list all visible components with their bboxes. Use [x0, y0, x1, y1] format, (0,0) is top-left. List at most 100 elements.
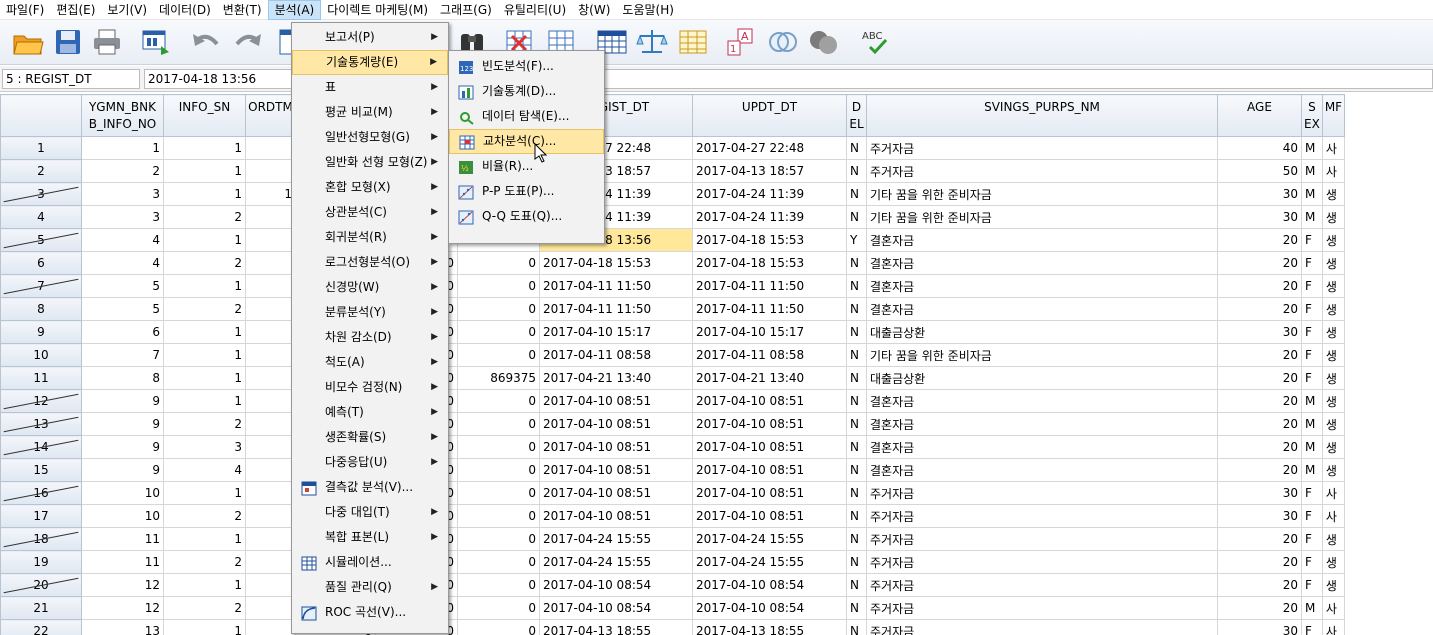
data-cell[interactable]: 2017-04-18 15:53 [692, 251, 847, 275]
data-cell[interactable]: 30 [1217, 481, 1302, 505]
data-cell[interactable] [245, 205, 296, 229]
data-cell[interactable]: 20 [1217, 458, 1302, 482]
data-cell[interactable]: 사 [1322, 596, 1346, 620]
data-cell[interactable]: 생 [1322, 550, 1346, 574]
data-cell[interactable] [245, 251, 296, 275]
data-cell[interactable]: N [846, 435, 867, 459]
data-cell[interactable]: N [846, 458, 867, 482]
data-cell[interactable]: 0 [457, 435, 540, 459]
data-cell[interactable]: 1 [163, 228, 246, 252]
data-cell[interactable]: 2017-04-10 08:54 [539, 596, 693, 620]
data-cell[interactable]: F [1301, 251, 1323, 275]
data-cell[interactable]: N [846, 343, 867, 367]
data-cell[interactable]: 13 [81, 619, 164, 635]
row-header[interactable]: 22 [0, 619, 82, 635]
data-cell[interactable]: 9 [81, 389, 164, 413]
menu-3[interactable]: 데이터(D) [153, 0, 217, 20]
analyze-menu-item[interactable]: 시뮬레이션... [292, 550, 448, 575]
data-cell[interactable]: F [1301, 619, 1323, 635]
data-cell[interactable]: M [1301, 458, 1323, 482]
column-header-12[interactable]: S EX [1301, 94, 1323, 137]
data-cell[interactable]: 사 [1322, 136, 1346, 160]
data-cell[interactable]: 20 [1217, 573, 1302, 597]
menu-2[interactable]: 보기(V) [101, 0, 153, 20]
menu-4[interactable]: 변환(T) [217, 0, 268, 20]
data-cell[interactable]: 생 [1322, 458, 1346, 482]
data-cell[interactable]: 생 [1322, 343, 1346, 367]
data-cell[interactable]: 40 [1217, 136, 1302, 160]
data-cell[interactable]: N [846, 596, 867, 620]
data-cell[interactable]: 2017-04-10 08:54 [539, 573, 693, 597]
data-cell[interactable]: 20 [1217, 297, 1302, 321]
descriptives-menu-item[interactable]: 데이터 탐색(E)... [449, 104, 604, 129]
analyze-menu-item[interactable]: 일반선형모형(G) ▶ [292, 125, 448, 150]
column-header-1[interactable]: YGMN_BNK B_INFO_NO [81, 94, 164, 137]
data-cell[interactable]: 5 [81, 274, 164, 298]
analyze-menu-item[interactable]: 결측값 분석(V)... [292, 475, 448, 500]
data-cell[interactable]: 2017-04-24 11:39 [692, 182, 847, 206]
data-cell[interactable]: 11 [81, 550, 164, 574]
menu-9[interactable]: 창(W) [572, 0, 616, 20]
data-cell[interactable]: 3 [81, 182, 164, 206]
data-cell[interactable] [245, 297, 296, 321]
data-cell[interactable]: 20 [1217, 527, 1302, 551]
analyze-menu-item[interactable]: 혼합 모형(X) ▶ [292, 175, 448, 200]
data-cell[interactable]: 12 [81, 573, 164, 597]
data-cell[interactable]: 주거자금 [866, 550, 1218, 574]
data-cell[interactable]: 30 [1217, 619, 1302, 635]
data-cell[interactable]: 주거자금 [866, 136, 1218, 160]
data-cell[interactable] [245, 504, 296, 528]
data-cell[interactable]: 결혼자금 [866, 458, 1218, 482]
data-cell[interactable]: 결혼자금 [866, 435, 1218, 459]
data-cell[interactable]: F [1301, 527, 1323, 551]
data-cell[interactable]: 1 [245, 182, 296, 206]
column-header-11[interactable]: AGE [1217, 94, 1302, 137]
data-cell[interactable]: 1 [163, 159, 246, 183]
data-cell[interactable]: 1 [163, 320, 246, 344]
row-header[interactable]: 5 [0, 228, 82, 252]
data-cell[interactable]: 2017-04-27 22:48 [692, 136, 847, 160]
row-header[interactable]: 15 [0, 458, 82, 482]
column-header-9[interactable]: D EL [846, 94, 867, 137]
data-cell[interactable]: 2017-04-10 08:51 [692, 458, 847, 482]
row-header[interactable]: 1 [0, 136, 82, 160]
data-cell[interactable]: 20 [1217, 596, 1302, 620]
data-cell[interactable]: M [1301, 435, 1323, 459]
row-header[interactable]: 2 [0, 159, 82, 183]
data-cell[interactable]: 9 [81, 412, 164, 436]
data-cell[interactable] [245, 596, 296, 620]
data-cell[interactable]: 2017-04-10 15:17 [539, 320, 693, 344]
row-header[interactable]: 4 [0, 205, 82, 229]
analyze-menu-item[interactable]: 신경망(W) ▶ [292, 275, 448, 300]
data-cell[interactable] [245, 412, 296, 436]
data-cell[interactable] [245, 389, 296, 413]
data-cell[interactable]: 2017-04-21 13:40 [539, 366, 693, 390]
data-cell[interactable]: 0 [457, 320, 540, 344]
data-cell[interactable]: 2017-04-21 13:40 [692, 366, 847, 390]
data-cell[interactable]: 결혼자금 [866, 251, 1218, 275]
data-cell[interactable]: 0 [457, 504, 540, 528]
data-cell[interactable]: 3 [81, 205, 164, 229]
data-cell[interactable]: 0 [457, 619, 540, 635]
data-cell[interactable]: 생 [1322, 228, 1346, 252]
data-cell[interactable]: N [846, 320, 867, 344]
data-cell[interactable] [245, 550, 296, 574]
row-header[interactable]: 3 [0, 182, 82, 206]
data-cell[interactable]: 4 [163, 458, 246, 482]
analyze-menu-item[interactable]: 다중 대입(T) ▶ [292, 500, 448, 525]
data-cell[interactable]: 2017-04-24 15:55 [539, 550, 693, 574]
data-cell[interactable]: 0 [457, 573, 540, 597]
data-cell[interactable]: 사 [1322, 619, 1346, 635]
data-cell[interactable]: 2017-04-13 18:57 [692, 159, 847, 183]
data-cell[interactable] [245, 435, 296, 459]
data-cell[interactable]: 2017-04-10 08:54 [692, 596, 847, 620]
data-cell[interactable]: 2 [163, 412, 246, 436]
recall-dialog-icon[interactable] [140, 26, 172, 58]
data-cell[interactable]: M [1301, 159, 1323, 183]
data-cell[interactable]: 0 [457, 412, 540, 436]
data-cell[interactable]: 0 [457, 596, 540, 620]
data-cell[interactable]: M [1301, 412, 1323, 436]
row-header[interactable]: 17 [0, 504, 82, 528]
data-cell[interactable]: 생 [1322, 412, 1346, 436]
data-cell[interactable]: 사 [1322, 481, 1346, 505]
